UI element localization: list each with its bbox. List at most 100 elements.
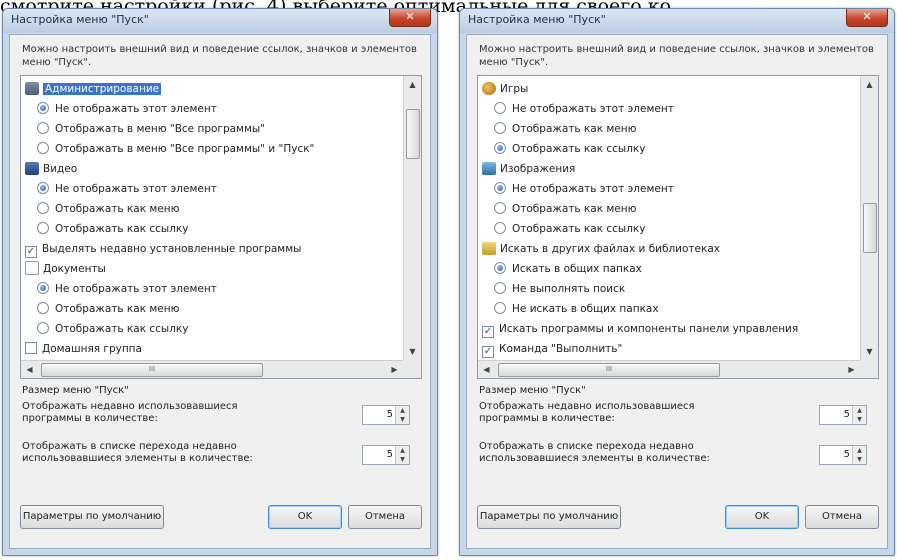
start-menu-settings-dialog-left: Настройка меню "Пуск" ✕ Можно настроить … xyxy=(2,8,438,556)
radio-unselected-icon[interactable] xyxy=(37,122,49,134)
cancel-button[interactable]: Отмена xyxy=(805,505,879,529)
radio-option[interactable]: Отображать как меню xyxy=(21,199,403,219)
checkbox-option[interactable]: ✓ Команда "Выполнить" xyxy=(478,339,860,359)
radio-unselected-icon[interactable] xyxy=(37,302,49,314)
radio-option[interactable]: Искать в общих папках xyxy=(478,259,860,279)
radio-option[interactable]: Отображать как меню xyxy=(478,119,860,139)
spin-up-icon[interactable]: ▲ xyxy=(395,406,409,415)
close-button[interactable]: ✕ xyxy=(846,9,888,27)
scroll-left-arrow-icon[interactable]: ◀ xyxy=(21,361,38,378)
radio-option[interactable]: Не отображать этот элемент xyxy=(21,279,403,299)
spin-down-icon[interactable]: ▼ xyxy=(395,455,409,464)
radio-option[interactable]: Не отображать этот элемент xyxy=(478,99,860,119)
list-group-header[interactable]: Документы xyxy=(21,259,403,279)
defaults-button[interactable]: Параметры по умолчанию xyxy=(477,505,621,529)
radio-unselected-icon[interactable] xyxy=(494,122,506,134)
recent-programs-label: Отображать недавно использовавшиеся прог… xyxy=(22,401,238,424)
dialog-description: Можно настроить внешний вид и поведение … xyxy=(479,44,874,68)
scroll-up-arrow-icon[interactable]: ▲ xyxy=(404,76,421,93)
radio-option[interactable]: Отображать как меню xyxy=(478,199,860,219)
radio-option[interactable]: Отображать в меню "Все программы" и "Пус… xyxy=(21,139,403,159)
vertical-scrollbar[interactable]: ▲ ▼ xyxy=(860,76,878,360)
checkbox-checked-icon[interactable]: ✓ xyxy=(25,246,37,258)
list-group-header[interactable]: Видео xyxy=(21,159,403,179)
scroll-down-arrow-icon[interactable]: ▼ xyxy=(404,343,421,360)
radio-unselected-icon[interactable] xyxy=(37,202,49,214)
radio-unselected-icon[interactable] xyxy=(37,222,49,234)
radio-selected-icon[interactable] xyxy=(37,102,49,114)
jump-list-value[interactable]: 5 xyxy=(363,446,393,464)
scroll-thumb[interactable] xyxy=(406,109,420,159)
radio-unselected-icon[interactable] xyxy=(494,302,506,314)
jump-list-value[interactable]: 5 xyxy=(820,446,850,464)
ok-button[interactable]: OK xyxy=(268,505,342,529)
radio-selected-icon[interactable] xyxy=(37,282,49,294)
option-label: Не искать в общих папках xyxy=(512,303,659,315)
close-button[interactable]: ✕ xyxy=(389,9,431,27)
radio-option[interactable]: Отображать как ссылку xyxy=(21,319,403,339)
radio-option[interactable]: Не искать в общих папках xyxy=(478,299,860,319)
radio-option[interactable]: Отображать как ссылку xyxy=(21,219,403,239)
jump-list-spinner[interactable]: 5 ▲ ▼ xyxy=(819,445,867,465)
radio-option[interactable]: Отображать как меню xyxy=(21,299,403,319)
scroll-right-arrow-icon[interactable]: ▶ xyxy=(843,361,860,378)
radio-unselected-icon[interactable] xyxy=(494,202,506,214)
spin-up-icon[interactable]: ▲ xyxy=(852,406,866,415)
radio-unselected-icon[interactable] xyxy=(37,322,49,334)
checkbox-option[interactable]: ✓ Искать программы и компоненты панели уп… xyxy=(478,319,860,339)
spin-up-icon[interactable]: ▲ xyxy=(852,446,866,455)
spin-down-icon[interactable]: ▼ xyxy=(852,455,866,464)
jump-list-spinner[interactable]: 5 ▲ ▼ xyxy=(362,445,410,465)
radio-option[interactable]: Отображать в меню "Все программы" xyxy=(21,119,403,139)
dialog-title: Настройка меню "Пуск" xyxy=(468,13,606,26)
spin-up-icon[interactable]: ▲ xyxy=(395,446,409,455)
options-list: Игры Не отображать этот элемент Отображать… xyxy=(477,75,879,379)
horizontal-scrollbar[interactable]: ◀ III ▶ xyxy=(478,360,860,378)
spin-down-icon[interactable]: ▼ xyxy=(852,415,866,424)
list-group-header[interactable]: Искать в других файлах и библиотеках xyxy=(478,239,860,259)
recent-programs-spinner[interactable]: 5 ▲ ▼ xyxy=(362,405,410,425)
radio-unselected-icon[interactable] xyxy=(37,142,49,154)
scroll-down-arrow-icon[interactable]: ▼ xyxy=(861,343,878,360)
ok-button[interactable]: OK xyxy=(725,505,799,529)
radio-unselected-icon[interactable] xyxy=(494,222,506,234)
checkbox-option[interactable]: ✓ Выделять недавно установленные программ… xyxy=(21,239,403,259)
vertical-scrollbar[interactable]: ▲ ▼ xyxy=(403,76,421,360)
checkbox-option[interactable]: Домашняя группа xyxy=(21,339,403,359)
list-group-header[interactable]: Изображения xyxy=(478,159,860,179)
radio-selected-icon[interactable] xyxy=(494,142,506,154)
radio-selected-icon[interactable] xyxy=(37,182,49,194)
horizontal-scrollbar[interactable]: ◀ III ▶ xyxy=(21,360,403,378)
radio-option[interactable]: Отображать как ссылку xyxy=(478,139,860,159)
checkbox-checked-icon[interactable]: ✓ xyxy=(482,346,494,358)
options-list-items: Администрирование Не отображать этот элем… xyxy=(21,76,403,360)
scroll-left-arrow-icon[interactable]: ◀ xyxy=(478,361,495,378)
scroll-right-arrow-icon[interactable]: ▶ xyxy=(386,361,403,378)
option-label: Не отображать этот элемент xyxy=(512,183,674,195)
radio-unselected-icon[interactable] xyxy=(494,102,506,114)
spin-down-icon[interactable]: ▼ xyxy=(395,415,409,424)
radio-option[interactable]: Не выполнять поиск xyxy=(478,279,860,299)
recent-programs-value[interactable]: 5 xyxy=(820,406,850,424)
radio-selected-icon[interactable] xyxy=(494,182,506,194)
recent-programs-value[interactable]: 5 xyxy=(363,406,393,424)
list-group-header[interactable]: Администрирование xyxy=(21,79,403,99)
radio-unselected-icon[interactable] xyxy=(494,282,506,294)
radio-option[interactable]: Не отображать этот элемент xyxy=(478,179,860,199)
dialog-description: Можно настроить внешний вид и поведение … xyxy=(22,44,417,68)
radio-option[interactable]: Отображать как ссылку xyxy=(478,219,860,239)
radio-option[interactable]: Не отображать этот элемент xyxy=(21,179,403,199)
radio-selected-icon[interactable] xyxy=(494,262,506,274)
horizontal-scroll-thumb[interactable]: III xyxy=(41,363,263,377)
scroll-thumb[interactable] xyxy=(863,203,877,253)
checkbox-unchecked-icon[interactable] xyxy=(25,342,37,354)
radio-option[interactable]: Не отображать этот элемент xyxy=(21,99,403,119)
cancel-button[interactable]: Отмена xyxy=(348,505,422,529)
checkbox-checked-icon[interactable]: ✓ xyxy=(482,326,494,338)
option-label: Отображать как ссылку xyxy=(55,223,189,235)
list-group-header[interactable]: Игры xyxy=(478,79,860,99)
defaults-button[interactable]: Параметры по умолчанию xyxy=(20,505,164,529)
scroll-up-arrow-icon[interactable]: ▲ xyxy=(861,76,878,93)
horizontal-scroll-thumb[interactable]: III xyxy=(498,363,720,377)
recent-programs-spinner[interactable]: 5 ▲ ▼ xyxy=(819,405,867,425)
